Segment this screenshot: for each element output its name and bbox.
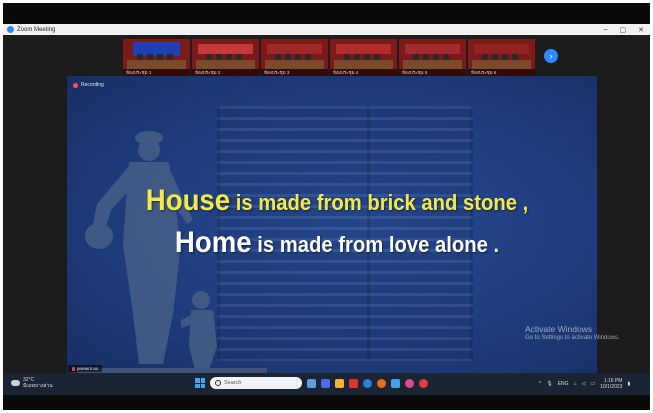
presenter-name: present ax [77, 366, 99, 371]
room-banner [198, 44, 253, 54]
room-banner [405, 44, 460, 54]
participant-thumbnail[interactable]: ห้องประชุม 3 [261, 39, 328, 77]
network-icon[interactable]: ⌂ [574, 381, 577, 387]
clock-date: 10/1/2023 [600, 384, 623, 390]
firefox-icon[interactable] [377, 378, 386, 388]
zoom-app-icon[interactable] [391, 378, 400, 388]
search-icon [215, 380, 221, 386]
window-controls: – ▢ ✕ [604, 26, 650, 34]
room-desk [472, 60, 531, 69]
system-tray: ^ 🎙 ENG ⌂ ◁ ▭ 1:16 PM 10/1/2023 ▮ [539, 378, 630, 390]
room-desk [127, 60, 186, 69]
meeting-stage: ห้องประชุม 1 ห้องประชุม 2 ห้องประชุม 3 ห… [3, 35, 650, 373]
participant-thumbnail[interactable]: ห้องประชุม 2 [192, 39, 259, 77]
presenter-tag: present ax [68, 365, 103, 372]
maximize-button[interactable]: ▢ [620, 26, 627, 34]
participant-thumbnail[interactable]: ห้องประชุม 4 [330, 39, 397, 77]
language-indicator[interactable]: ENG [558, 381, 569, 387]
room-banner [474, 44, 529, 54]
clock[interactable]: 1:16 PM 10/1/2023 [600, 378, 622, 390]
task-view-icon[interactable] [307, 378, 316, 388]
participant-thumbnail[interactable]: ห้องประชุม 5 [399, 39, 466, 77]
quote-line-1-text: is made from brick and stone , [230, 190, 529, 215]
microphone-icon[interactable]: 🎙 [546, 381, 552, 387]
cloud-icon [11, 380, 20, 386]
search-placeholder: Search [224, 380, 242, 386]
taskbar-search[interactable]: Search [210, 377, 302, 389]
opera-icon[interactable] [419, 378, 428, 388]
recording-label: Recording [81, 82, 104, 88]
recording-indicator: Recording [73, 82, 104, 88]
quote-line-1: House is made from brick and stone , [135, 184, 540, 218]
start-button[interactable] [195, 378, 205, 388]
activate-windows-watermark: Activate Windows Go to Settings to activ… [525, 325, 620, 342]
room-desk [403, 60, 462, 69]
notification-icon[interactable]: ▮ [627, 381, 630, 387]
screen: Zoom Meeting – ▢ ✕ ห้องประชุม 1 ห้องประช… [3, 3, 650, 410]
room-desk [334, 60, 393, 69]
participant-thumbnail[interactable]: ห้องประชุม 6 [468, 39, 535, 77]
battery-icon[interactable]: ▭ [590, 381, 595, 387]
muted-mic-icon [72, 366, 75, 371]
window-titlebar: Zoom Meeting – ▢ ✕ [3, 24, 650, 35]
room-desk [265, 60, 324, 69]
chat-icon[interactable] [321, 378, 330, 388]
quote-line-2: Home is made from love alone . [135, 226, 540, 260]
weather-description: มีเมฆบางส่วน [23, 383, 53, 389]
taskbar: 32°C มีเมฆบางส่วน Search ^ 🎙 ENG ⌂ ◁ ▭ 1… [3, 373, 650, 395]
chrome-icon[interactable] [405, 378, 414, 388]
participant-thumbnail[interactable]: ห้องประชุม 1 [123, 39, 190, 77]
shared-screen: Recording House is made from brick and s… [67, 76, 597, 373]
screen-bezel-top [3, 3, 650, 24]
screen-bezel-bottom [3, 395, 650, 410]
recording-dot-icon [73, 82, 78, 88]
participant-strip: ห้องประชุม 1 ห้องประชุม 2 ห้องประชุม 3 ห… [123, 39, 535, 77]
taskbar-apps: Search [195, 377, 428, 389]
room-banner [267, 44, 322, 54]
activate-subtitle: Go to Settings to activate Windows. [525, 335, 620, 341]
next-page-button[interactable]: › [544, 49, 558, 63]
room-banner [336, 44, 391, 54]
minimize-button[interactable]: – [604, 26, 608, 34]
browser-icon[interactable] [349, 378, 358, 388]
volume-icon[interactable]: ◁ [582, 381, 586, 387]
weather-widget[interactable]: 32°C มีเมฆบางส่วน [11, 377, 53, 389]
room-desk [196, 60, 255, 69]
chevron-up-icon[interactable]: ^ [539, 381, 541, 387]
activate-title: Activate Windows [525, 324, 593, 334]
quote-line-2-text: is made from love alone . [251, 232, 500, 257]
close-button[interactable]: ✕ [638, 26, 644, 34]
quote-line-2-keyword: Home [174, 226, 252, 259]
file-explorer-icon[interactable] [335, 378, 344, 388]
chevron-right-icon: › [549, 51, 553, 61]
zoom-logo-icon [7, 26, 14, 33]
edge-icon[interactable] [363, 378, 372, 388]
window-title: Zoom Meeting [17, 26, 56, 33]
quote-line-1-keyword: House [145, 184, 231, 217]
